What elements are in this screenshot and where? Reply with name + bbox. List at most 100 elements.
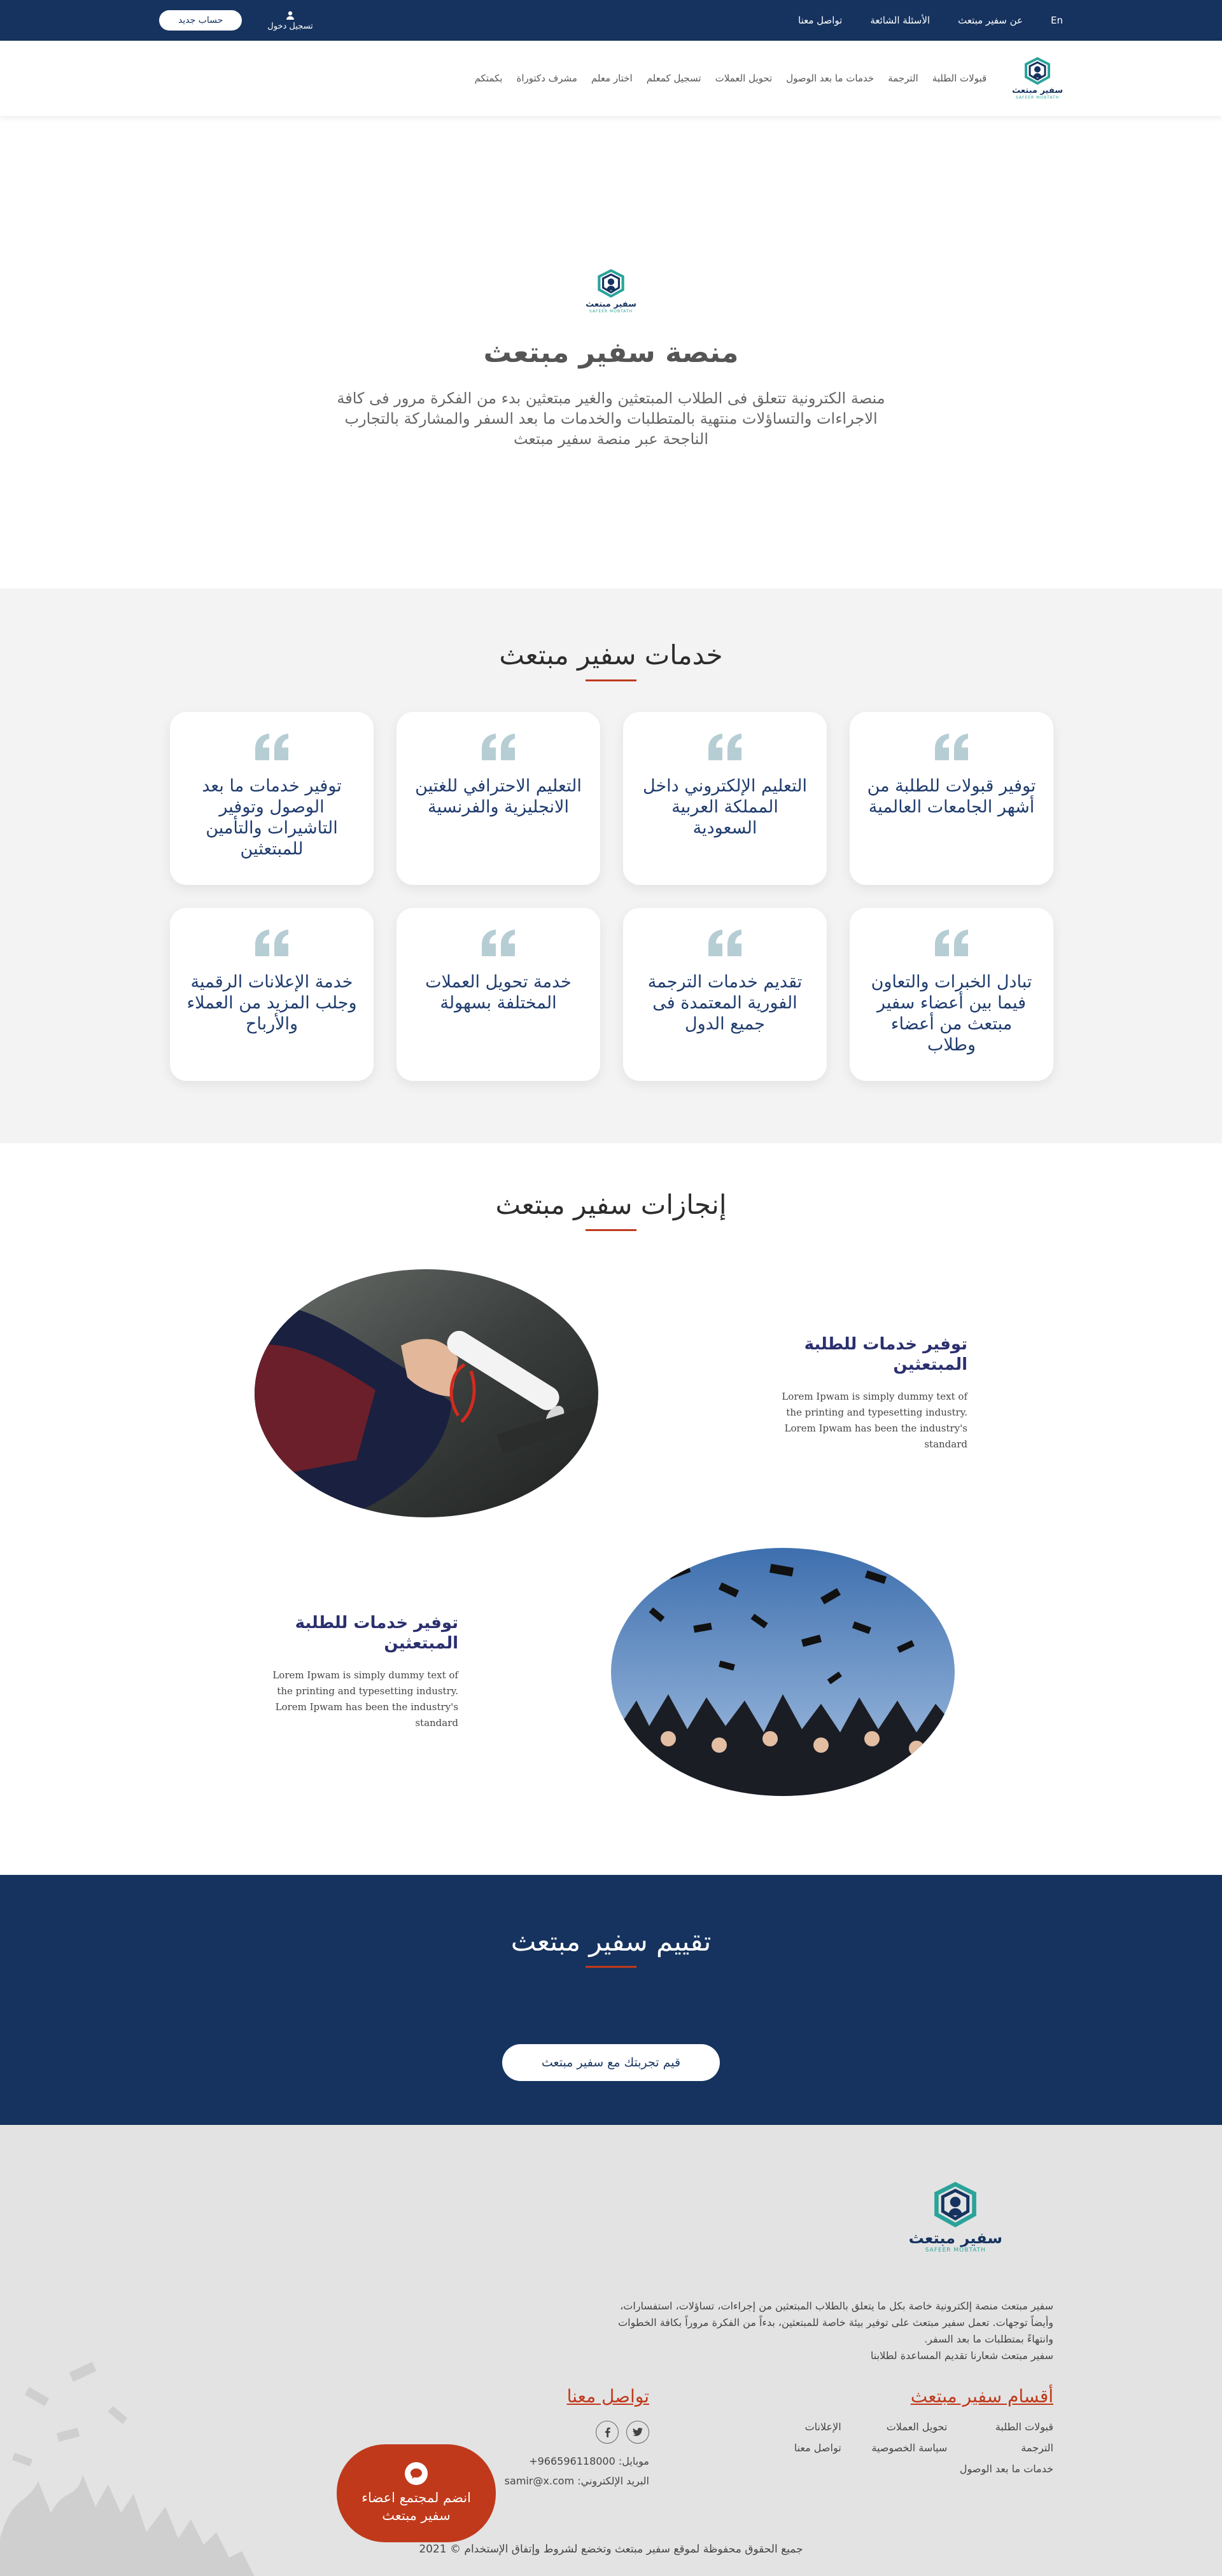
service-text: توفير قبولات للطلبة من أشهر الجامعات الع… [867, 776, 1036, 817]
quote-icon [708, 929, 741, 956]
copyright: جميع الحقوق محفوظة لموقع سفير مبتعث وتخض… [419, 2543, 803, 2556]
achievements-section: إنجازات سفير مبتعث توفير خدمات للطلبة ال… [0, 1143, 1222, 1875]
top-link-contact[interactable]: تواصل معنا [798, 15, 842, 26]
footer-link-ads[interactable]: الإعلانات [735, 2421, 841, 2433]
achievement-text-block: توفير خدمات للطلبة المبتعثين Lorem Ipwam… [267, 1613, 458, 1731]
user-icon [286, 11, 295, 20]
services-section: خدمات سفير مبتعث توفير قبولات للطلبة من … [0, 588, 1222, 1143]
hero-logo: سفير مبتعث SAFEER MOBTATH [586, 268, 636, 314]
footer-sections-links: قبولات الطلبة تحويل العملات الإعلانات ال… [735, 2421, 1053, 2475]
achievements-title: إنجازات سفير مبتعث [495, 1189, 727, 1220]
footer-description-line: سفير مبتعث شعارنا تقديم المساعدة لطلابنا [870, 2350, 1053, 2362]
services-title: خدمات سفير مبتعث [499, 639, 723, 671]
auth-area: تسجيل دخول حساب جديد [159, 10, 313, 31]
service-text: خدمة تحويل العملات المختلفة بسهولة [425, 972, 572, 1013]
site-logo[interactable]: سفير مبتعث SAFEER MOBTATH [1012, 57, 1063, 100]
footer-link-contact[interactable]: تواصل معنا [735, 2442, 841, 2454]
footer-link-currency[interactable]: تحويل العملات [841, 2421, 948, 2433]
service-text: تبادل الخبرات والتعاون فيما بين أعضاء سف… [871, 972, 1032, 1055]
footer-sections-title: أقسام سفير مبتعث [910, 2386, 1053, 2407]
footer-contact-title: تواصل معنا [566, 2386, 649, 2407]
service-text: خدمة الإعلانات الرقمية وجلب المزيد من ال… [186, 972, 357, 1034]
achievement-body: Lorem Ipwam is simply dummy text of the … [782, 1391, 967, 1450]
logo-text: سفير مبتعث [1012, 86, 1063, 95]
footer-sections: أقسام سفير مبتعث قبولات الطلبة تحويل الع… [735, 2386, 1053, 2475]
chat-bubble-icon [405, 2462, 428, 2485]
services-grid: توفير قبولات للطلبة من أشهر الجامعات الع… [169, 712, 1053, 1081]
achievement-text-block: توفير خدمات للطلبة المبتعثين Lorem Ipwam… [776, 1334, 967, 1452]
login-label: تسجيل دخول [267, 21, 313, 31]
title-underline [586, 1966, 636, 1968]
language-switch[interactable]: En [1051, 15, 1063, 26]
achievement-heading: توفير خدمات للطلبة المبتعثين [295, 1613, 458, 1653]
quote-icon [482, 734, 515, 760]
quote-icon [708, 734, 741, 760]
title-underline [586, 679, 636, 681]
quote-icon [935, 929, 968, 956]
nav-item-admissions[interactable]: قبولات الطلبة [932, 73, 987, 84]
facebook-icon[interactable] [596, 2421, 619, 2444]
title-underline [586, 1229, 636, 1231]
quote-icon [255, 734, 288, 760]
new-account-button[interactable]: حساب جديد [159, 10, 242, 31]
diploma-photo [255, 1269, 598, 1517]
achievement-row: توفير خدمات للطلبة المبتعثين Lorem Ipwam… [267, 1548, 955, 1796]
footer-description-line: وأيضاً توجهات. تعمل سفير مبتعث على توفير… [618, 2316, 1053, 2329]
graduation-caps-photo [611, 1548, 955, 1796]
service-text: توفير خدمات ما بعد الوصول وتوفير التاشير… [202, 776, 342, 859]
nav-item-translation[interactable]: الترجمة [888, 73, 918, 84]
footer-description: سفير مبتعث منصة إلكترونية خاصة بكل ما يت… [531, 2298, 1053, 2364]
quote-icon [935, 734, 968, 760]
hero-description: منصة الكترونية تتعلق فى الطلاب المبتعثين… [337, 389, 885, 448]
service-card: توفير قبولات للطلبة من أشهر الجامعات الع… [850, 712, 1053, 885]
nav-item-register-teacher[interactable]: تسجيل كمعلم [647, 73, 701, 84]
quote-icon [255, 929, 288, 956]
achievement-heading: توفير خدمات للطلبة المبتعثين [804, 1335, 967, 1374]
logo-subtext: SAFEER MOBTATH [1016, 95, 1060, 100]
footer-logo-text: سفير مبتعث [908, 2229, 1002, 2247]
service-card: خدمة الإعلانات الرقمية وجلب المزيد من ال… [170, 908, 374, 1081]
service-text: التعليم الإلكتروني داخل المملكة العربية … [643, 776, 807, 838]
top-bar: En عن سفير مبتعث الأسئلة الشائعة تواصل م… [0, 0, 1222, 41]
twitter-icon[interactable] [626, 2421, 649, 2444]
service-card: توفير خدمات ما بعد الوصول وتوفير التاشير… [170, 712, 374, 885]
join-community-button[interactable]: انضم لمجتمع اعضاء سفير مبتعث [337, 2444, 496, 2542]
footer-logo[interactable]: سفير مبتعث SAFEER MOBTATH [909, 2181, 1002, 2253]
logo-icon [1025, 57, 1051, 85]
nav-item-post-arrival[interactable]: خدمات ما بعد الوصول [786, 73, 874, 84]
service-card: تقديم خدمات الترجمة الفورية المعتمدة فى … [623, 908, 827, 1081]
footer-description-line: سفير مبتعث منصة إلكترونية خاصة بكل ما يت… [620, 2300, 1053, 2312]
nav-item-wisdom[interactable]: بكمتكم [475, 73, 503, 84]
footer-link-post-arrival[interactable]: خدمات ما بعد الوصول [947, 2463, 1053, 2475]
rate-experience-button[interactable]: قيم تجربتك مع سفير مبتعث [502, 2044, 720, 2081]
rating-section: تقييم سفير مبتعث قيم تجربتك مع سفير مبتع… [0, 1875, 1222, 2125]
hero-title: منصة سفير مبتعث [483, 337, 739, 369]
achievement-body: Lorem Ipwam is simply dummy text of the … [272, 1669, 458, 1729]
logo-icon [934, 2182, 977, 2227]
service-card: تبادل الخبرات والتعاون فيما بين أعضاء سف… [850, 908, 1053, 1081]
top-links: En عن سفير مبتعث الأسئلة الشائعة تواصل م… [798, 15, 1063, 26]
login-button[interactable]: تسجيل دخول [267, 10, 313, 31]
nav-item-choose-teacher[interactable]: اختار معلم [591, 73, 633, 84]
nav-menu: قبولات الطلبة الترجمة خدمات ما بعد الوصو… [475, 73, 987, 84]
footer-link-admissions[interactable]: قبولات الطلبة [947, 2421, 1053, 2433]
join-label-line: سفير مبتعث [382, 2508, 451, 2523]
service-text: التعليم الاحترافي للغتين الانجليزية والف… [415, 776, 582, 817]
service-card: التعليم الإلكتروني داخل المملكة العربية … [623, 712, 827, 885]
top-link-faq[interactable]: الأسئلة الشائعة [870, 15, 930, 26]
rating-title: تقييم سفير مبتعث [510, 1926, 712, 1957]
service-card: خدمة تحويل العملات المختلفة بسهولة [397, 908, 600, 1081]
nav-item-phd-supervisor[interactable]: مشرف دكتوراة [517, 73, 577, 84]
footer-link-privacy[interactable]: سياسة الخصوصية [841, 2442, 947, 2454]
footer-logo-subtext: SAFEER MOBTATH [925, 2247, 986, 2253]
nav-item-currency[interactable]: تحويل العملات [715, 73, 773, 84]
hero-section: سفير مبتعث SAFEER MOBTATH منصة سفير مبتع… [0, 116, 1222, 588]
footer-link-translation[interactable]: الترجمة [947, 2442, 1053, 2454]
hero-logo-text: سفير مبتعث [586, 300, 636, 309]
footer: سفير مبتعث SAFEER MOBTATH سفير مبتعث منص… [0, 2125, 1222, 2576]
logo-icon [598, 268, 624, 298]
top-link-about[interactable]: عن سفير مبتعث [958, 15, 1023, 26]
main-nav: سفير مبتعث SAFEER MOBTATH قبولات الطلبة … [0, 41, 1222, 116]
achievement-row: توفير خدمات للطلبة المبتعثين Lorem Ipwam… [255, 1269, 967, 1517]
social-links [458, 2421, 649, 2444]
